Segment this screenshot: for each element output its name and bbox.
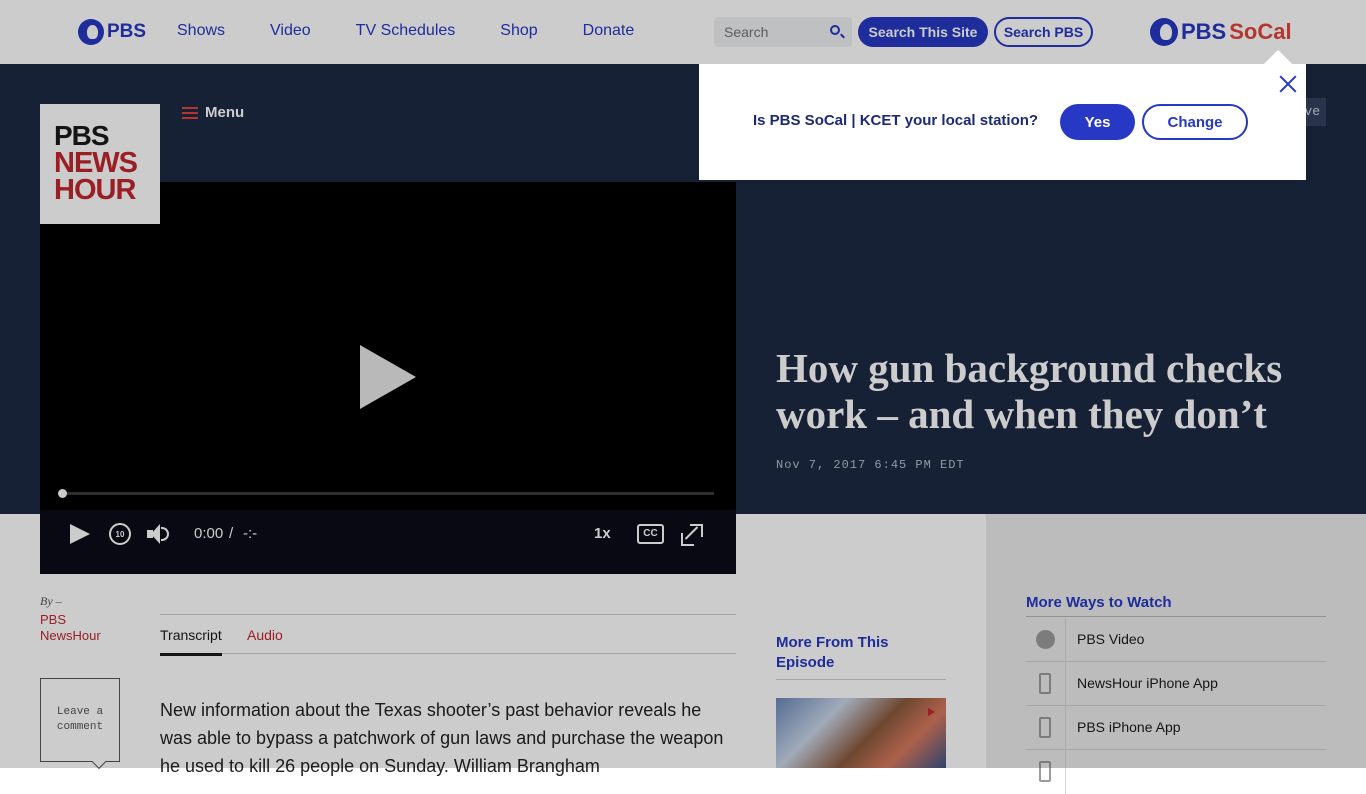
close-icon[interactable] bbox=[1278, 74, 1298, 94]
yes-button[interactable]: Yes bbox=[1060, 104, 1135, 140]
change-button[interactable]: Change bbox=[1142, 104, 1248, 140]
station-question: Is PBS SoCal | KCET your local station? bbox=[753, 112, 1039, 129]
